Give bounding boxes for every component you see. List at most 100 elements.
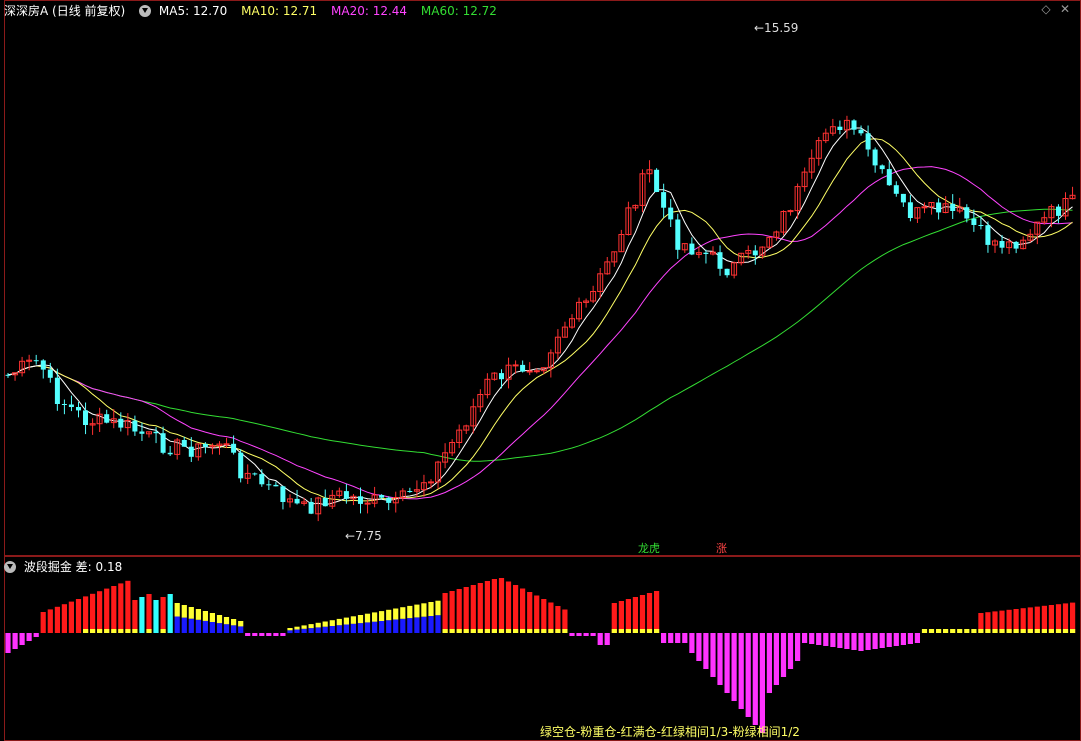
- indicator-bar: [773, 633, 779, 685]
- indicator-bar: [689, 633, 695, 653]
- indicator-bar: [971, 629, 977, 633]
- indicator-bar: [513, 585, 519, 633]
- indicator-bar: [19, 633, 25, 645]
- candle-body: [160, 433, 166, 453]
- indicator-bar: [611, 629, 617, 633]
- indicator-bar: [407, 618, 413, 633]
- indicator-bar: [498, 578, 505, 633]
- candle-body: [259, 474, 265, 485]
- indicator-bar: [238, 621, 244, 627]
- indicator-bar: [146, 594, 152, 633]
- indicator-bar: [125, 629, 131, 633]
- candle-body: [985, 225, 991, 245]
- indicator-bar: [195, 609, 201, 620]
- indicator-bar: [893, 633, 899, 646]
- indicator-bar: [428, 602, 434, 616]
- indicator-bar: [639, 595, 646, 633]
- indicator-bar: [780, 633, 787, 677]
- candle-body: [343, 491, 349, 499]
- indicator-bar: [238, 626, 244, 633]
- indicator-bar: [569, 633, 575, 636]
- indicator-bar: [470, 629, 476, 633]
- candle-body: [188, 446, 194, 457]
- indicator-bar: [54, 606, 60, 633]
- indicator-bar: [1027, 629, 1033, 633]
- indicator-bar: [294, 629, 300, 633]
- indicator-bar: [83, 629, 89, 633]
- indicator-bar: [379, 611, 385, 621]
- indicator-bar: [308, 628, 314, 633]
- indicator-bar: [597, 633, 603, 645]
- indicator-bar: [167, 594, 173, 633]
- candle-body: [83, 410, 88, 425]
- candle-body: [900, 193, 906, 203]
- indicator-bar: [611, 603, 617, 633]
- indicator-bar: [921, 629, 928, 633]
- indicator-bar: [844, 633, 850, 649]
- indicator-bar: [160, 597, 166, 633]
- indicator-bar: [555, 629, 561, 633]
- indicator-bar: [837, 633, 843, 648]
- indicator-bar: [61, 604, 67, 633]
- indicator-bar: [555, 606, 561, 633]
- indicator-bar: [1062, 603, 1069, 633]
- candle-body: [132, 420, 138, 432]
- indicator-bar: [97, 629, 103, 633]
- event-label: 涨: [716, 542, 727, 555]
- indicator-bar: [534, 629, 540, 633]
- indicator-bar: [442, 629, 448, 633]
- indicator-bar: [583, 633, 589, 636]
- indicator-bar: [202, 620, 208, 633]
- indicator-bar: [223, 617, 230, 625]
- indicator-bar: [287, 630, 293, 634]
- indicator-bar: [520, 588, 526, 633]
- candle-body: [54, 377, 60, 404]
- candle-body: [724, 268, 730, 276]
- indicator-bar: [125, 580, 131, 633]
- indicator-bar: [661, 633, 667, 643]
- indicator-bar: [181, 617, 187, 633]
- candle-body: [950, 203, 956, 211]
- indicator-bar: [329, 626, 335, 633]
- indicator-bar: [654, 629, 660, 633]
- indicator-bar: [710, 633, 716, 677]
- indicator-bar: [231, 625, 237, 633]
- indicator-bar: [668, 633, 674, 643]
- indicator-bar: [386, 609, 392, 621]
- indicator-bar: [964, 629, 970, 633]
- indicator-bar: [1055, 629, 1062, 633]
- candle-body: [364, 502, 371, 505]
- candle-body: [294, 498, 300, 504]
- indicator-bar: [280, 633, 286, 636]
- indicator-bar: [442, 593, 448, 633]
- indicator-bar: [1013, 629, 1019, 633]
- indicator-bar: [752, 633, 758, 725]
- indicator-bar: [456, 589, 462, 633]
- indicator-bar: [1041, 605, 1047, 633]
- candle-body: [153, 431, 159, 434]
- indicator-bar: [745, 633, 751, 717]
- candle-body: [280, 486, 286, 502]
- indicator-bar: [1041, 629, 1047, 633]
- indicator-bar: [498, 629, 505, 633]
- indicator-bar: [188, 618, 194, 633]
- indicator-bar: [992, 629, 998, 633]
- indicator-bar: [534, 595, 540, 633]
- candle-body: [5, 374, 11, 376]
- indicator-bar: [449, 591, 455, 633]
- candle-body: [872, 149, 878, 166]
- indicator-bar: [463, 629, 469, 633]
- candle-body: [308, 501, 314, 514]
- indicator-bar: [350, 623, 356, 633]
- indicator-bar: [646, 593, 653, 633]
- candlestick-chart[interactable]: ←15.59 ←7.75 龙虎 涨: [0, 0, 1081, 556]
- indicator-bar: [456, 629, 462, 633]
- candle-body: [971, 218, 977, 225]
- indicator-bar: [322, 621, 328, 627]
- indicator-bar: [26, 633, 32, 641]
- indicator-chart[interactable]: [0, 556, 1081, 741]
- candle-body: [118, 418, 124, 428]
- candle-body: [675, 219, 681, 250]
- indicator-bar: [132, 600, 138, 633]
- candle-body: [358, 496, 363, 504]
